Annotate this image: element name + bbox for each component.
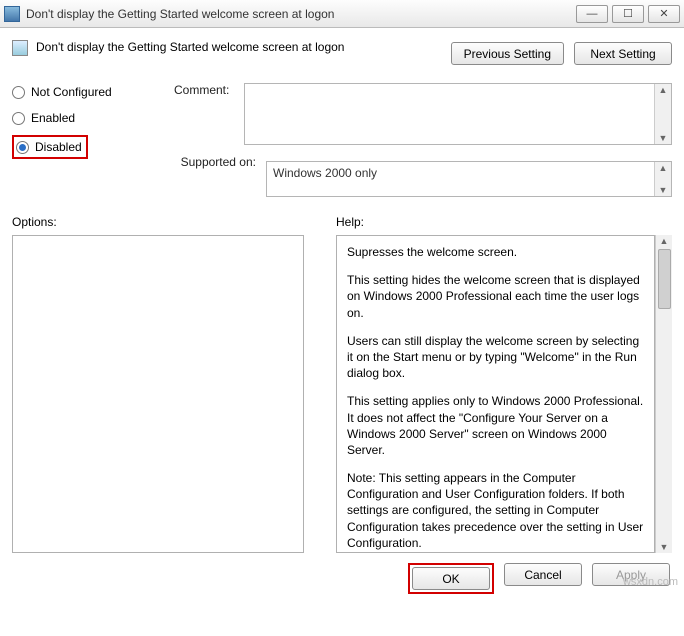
app-icon [4, 6, 20, 22]
cancel-button[interactable]: Cancel [504, 563, 582, 586]
help-pane: Supresses the welcome screen. This settin… [336, 235, 655, 553]
window-title: Don't display the Getting Started welcom… [26, 7, 572, 21]
radio-icon [16, 141, 29, 154]
close-button[interactable]: ✕ [648, 5, 680, 23]
radio-not-configured[interactable]: Not Configured [12, 83, 144, 101]
radio-icon [12, 112, 25, 125]
next-setting-button[interactable]: Next Setting [574, 42, 672, 65]
maximize-button[interactable]: ☐ [612, 5, 644, 23]
previous-setting-button[interactable]: Previous Setting [451, 42, 564, 65]
dialog-buttons: OK Cancel Apply [0, 553, 684, 604]
scroll-down-icon: ▼ [660, 541, 669, 553]
titlebar: Don't display the Getting Started welcom… [0, 0, 684, 28]
scroll-down-icon: ▼ [659, 184, 668, 196]
policy-icon [12, 40, 28, 56]
help-paragraph: Users can still display the welcome scre… [347, 333, 644, 382]
scrollbar[interactable]: ▲ ▼ [654, 162, 671, 196]
options-pane [12, 235, 304, 553]
help-paragraph: Supresses the welcome screen. [347, 244, 644, 260]
state-radios: Not Configured Enabled Disabled [12, 83, 144, 197]
comment-value [245, 84, 654, 144]
scroll-down-icon: ▼ [659, 132, 668, 144]
help-paragraph: This setting hides the welcome screen th… [347, 272, 644, 321]
scroll-up-icon: ▲ [659, 84, 668, 96]
help-text: Supresses the welcome screen. This settin… [337, 236, 654, 552]
header: Don't display the Getting Started welcom… [12, 38, 672, 65]
help-scrollbar[interactable]: ▲ ▼ [655, 235, 672, 553]
options-label: Options: [12, 215, 312, 229]
radio-label: Disabled [35, 140, 82, 154]
policy-title: Don't display the Getting Started welcom… [36, 38, 443, 54]
help-paragraph: This setting applies only to Windows 200… [347, 393, 644, 458]
supported-value: Windows 2000 only [267, 162, 654, 196]
comment-field[interactable]: ▲ ▼ [244, 83, 672, 145]
help-paragraph: Note: This setting appears in the Comput… [347, 470, 644, 551]
scroll-up-icon: ▲ [660, 235, 669, 247]
radio-disabled[interactable]: Disabled [16, 138, 82, 156]
supported-label: Supported on: [174, 155, 256, 197]
scrollbar-thumb[interactable] [658, 249, 671, 309]
scroll-up-icon: ▲ [659, 162, 668, 174]
watermark: wsxdn.com [623, 576, 678, 588]
radio-disabled-highlight: Disabled [12, 135, 88, 159]
ok-button[interactable]: OK [412, 567, 490, 590]
radio-label: Enabled [31, 111, 75, 125]
scrollbar[interactable]: ▲ ▼ [654, 84, 671, 144]
ok-highlight: OK [408, 563, 494, 594]
radio-label: Not Configured [31, 85, 112, 99]
radio-enabled[interactable]: Enabled [12, 109, 144, 127]
help-label: Help: [336, 215, 672, 229]
supported-field: Windows 2000 only ▲ ▼ [266, 161, 672, 197]
comment-label: Comment: [174, 83, 234, 145]
minimize-button[interactable]: — [576, 5, 608, 23]
radio-icon [12, 86, 25, 99]
